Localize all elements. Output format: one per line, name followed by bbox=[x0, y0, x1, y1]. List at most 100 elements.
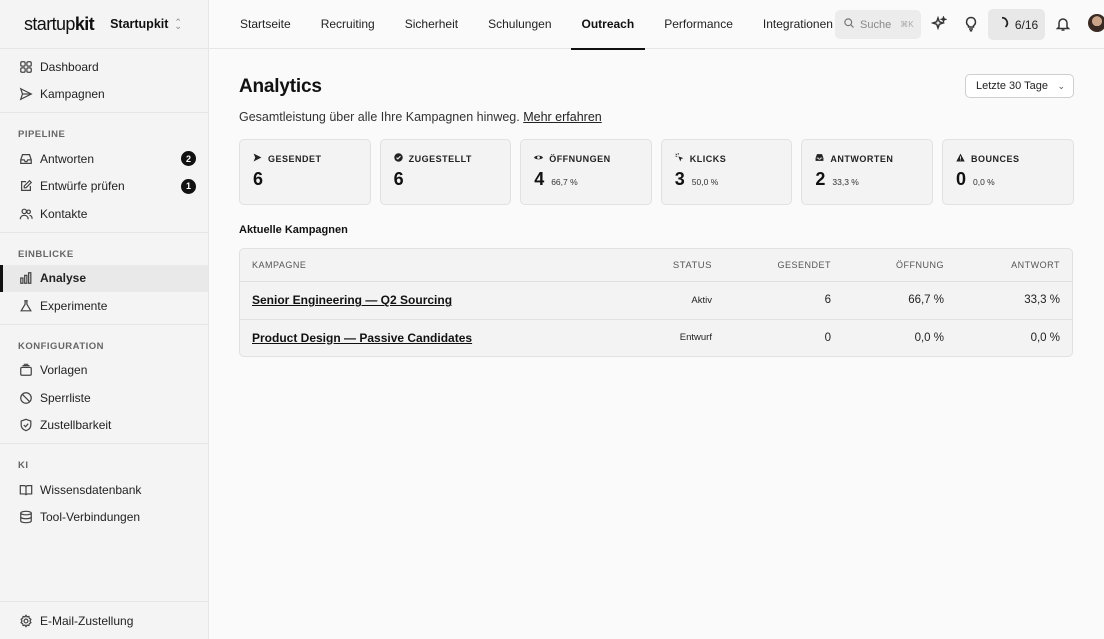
column-header[interactable]: ÖFFNUNG bbox=[831, 260, 944, 270]
campaigns-table: KAMPAGNE STATUS GESENDET ÖFFNUNG ANTWORT… bbox=[239, 248, 1073, 357]
date-range-select[interactable]: Letzte 30 Tage ⌄ bbox=[965, 74, 1074, 98]
table-header: KAMPAGNE STATUS GESENDET ÖFFNUNG ANTWORT bbox=[240, 249, 1072, 281]
avatar[interactable] bbox=[1088, 14, 1104, 32]
stat-value: 6 bbox=[253, 169, 264, 189]
sidebar-item-analyse[interactable]: Analyse bbox=[0, 264, 208, 292]
sidebar: startupkit Startupkit ⌃ ⌄ Dashboard Kampa… bbox=[0, 0, 209, 639]
page-subtitle: Gesamtleistung über alle Ihre Kampagnen … bbox=[239, 110, 602, 124]
search-input[interactable]: Suche ⌘K bbox=[835, 10, 921, 39]
sidebar-item-sperrliste[interactable]: Sperrliste bbox=[0, 384, 208, 412]
column-header[interactable]: ANTWORT bbox=[944, 260, 1060, 270]
table-row[interactable]: Senior Engineering — Q2 Sourcing Aktiv 6… bbox=[240, 281, 1072, 319]
search-icon bbox=[843, 17, 855, 32]
database-icon bbox=[18, 510, 33, 525]
stat-card-gesendet: GESENDET 6 bbox=[239, 139, 371, 205]
sidebar-item-vorlagen[interactable]: Vorlagen bbox=[0, 357, 208, 385]
stat-value: 4 bbox=[534, 169, 545, 189]
tab-performance[interactable]: Performance bbox=[653, 0, 744, 49]
sidebar-item-dashboard[interactable]: Dashboard bbox=[0, 53, 208, 81]
send-icon bbox=[18, 87, 33, 102]
tab-outreach[interactable]: Outreach bbox=[570, 0, 646, 50]
sidebar-item-label: Kampagnen bbox=[40, 87, 105, 102]
sidebar-item-label: Zustellbarkeit bbox=[40, 418, 112, 433]
stat-value: 2 bbox=[815, 169, 826, 189]
sparkle-icon[interactable] bbox=[929, 14, 949, 34]
sidebar-item-kontakte[interactable]: Kontakte bbox=[0, 200, 208, 228]
sidebar-item-experimente[interactable]: Experimente bbox=[0, 292, 208, 320]
tab-schulungen[interactable]: Schulungen bbox=[477, 0, 562, 49]
flask-icon bbox=[18, 298, 33, 313]
stat-card-antworten: ANTWORTEN 2 33,3 % bbox=[801, 139, 933, 205]
status-cell: Aktiv bbox=[691, 294, 712, 306]
search-shortcut: ⌘K bbox=[900, 20, 914, 29]
nav-group-pipeline: PIPELINE Antworten 2 Entwürfe prüfen 1 K… bbox=[0, 113, 208, 233]
gear-icon bbox=[18, 613, 33, 628]
sidebar-item-label: Dashboard bbox=[40, 59, 99, 74]
stat-value: 3 bbox=[674, 169, 685, 189]
sidebar-item-zustellbarkeit[interactable]: Zustellbarkeit bbox=[0, 412, 208, 440]
lightbulb-icon[interactable] bbox=[961, 14, 981, 34]
learn-more-link[interactable]: Mehr erfahren bbox=[523, 110, 602, 124]
workspace-switcher[interactable]: Startupkit ⌃ ⌄ bbox=[110, 17, 182, 31]
stat-percent: 50,0 % bbox=[691, 177, 719, 187]
tab-recruiting[interactable]: Recruiting bbox=[310, 0, 386, 49]
stat-value: 6 bbox=[393, 169, 404, 189]
onboarding-progress[interactable]: 6/16 bbox=[988, 9, 1045, 40]
campaign-link[interactable]: Product Design — Passive Candidates bbox=[252, 331, 472, 345]
layers-icon bbox=[18, 363, 33, 378]
sidebar-footer: E-Mail-Zustellung bbox=[0, 601, 208, 639]
chevron-updown-icon: ⌃ ⌄ bbox=[174, 16, 182, 31]
chevron-down-icon: ⌄ bbox=[1057, 80, 1065, 91]
count-badge: 2 bbox=[181, 151, 196, 167]
sidebar-item-wissensdatenbank[interactable]: Wissensdatenbank bbox=[0, 476, 208, 504]
click-icon bbox=[675, 153, 684, 164]
nav-group-top: Dashboard Kampagnen bbox=[0, 49, 208, 113]
sidebar-item-label: Vorlagen bbox=[40, 363, 88, 378]
inbox-icon bbox=[815, 153, 824, 164]
sidebar-item-antworten[interactable]: Antworten 2 bbox=[0, 145, 208, 173]
ban-icon bbox=[18, 390, 33, 405]
tab-sicherheit[interactable]: Sicherheit bbox=[394, 0, 469, 49]
sent-cell: 6 bbox=[824, 294, 831, 307]
search-placeholder: Suche bbox=[860, 18, 892, 31]
bell-icon[interactable] bbox=[1053, 14, 1073, 34]
subtitle-text: Gesamtleistung über alle Ihre Kampagnen … bbox=[239, 110, 520, 124]
sidebar-item-tool-verbindungen[interactable]: Tool-Verbindungen bbox=[0, 504, 208, 532]
warning-icon bbox=[956, 153, 965, 164]
grid-icon bbox=[18, 59, 33, 74]
date-range-value: Letzte 30 Tage bbox=[976, 80, 1048, 92]
stat-label: GESENDET bbox=[268, 153, 322, 164]
eye-icon bbox=[534, 153, 544, 164]
group-label: KONFIGURATION bbox=[18, 340, 105, 352]
sidebar-item-label: Antworten bbox=[40, 151, 95, 166]
main-content: Analytics Letzte 30 Tage ⌄ Gesamtleistun… bbox=[209, 49, 1104, 639]
book-icon bbox=[18, 482, 33, 497]
sidebar-item-entwuerfe[interactable]: Entwürfe prüfen 1 bbox=[0, 173, 208, 201]
sidebar-item-label: Sperrliste bbox=[40, 390, 91, 405]
top-navigation: Startseite Recruiting Sicherheit Schulun… bbox=[209, 0, 1104, 50]
sidebar-item-email-zustellung[interactable]: E-Mail-Zustellung bbox=[0, 607, 208, 635]
sidebar-item-kampagnen[interactable]: Kampagnen bbox=[0, 81, 208, 109]
nav-group-ki: KI Wissensdatenbank Tool-Verbindungen bbox=[0, 444, 208, 535]
inbox-icon bbox=[18, 151, 33, 166]
open-rate-cell: 66,7 % bbox=[908, 294, 944, 307]
tab-integrationen[interactable]: Integrationen bbox=[752, 0, 844, 49]
stat-label: BOUNCES bbox=[970, 153, 1020, 164]
bar-chart-icon bbox=[18, 271, 33, 286]
nav-group-konfiguration: KONFIGURATION Vorlagen Sperrliste Zustel… bbox=[0, 325, 208, 444]
status-cell: Entwurf bbox=[679, 332, 712, 344]
table-row[interactable]: Product Design — Passive Candidates Entw… bbox=[240, 318, 1072, 357]
logo[interactable]: startupkit bbox=[24, 14, 95, 35]
sidebar-item-label: E-Mail-Zustellung bbox=[40, 613, 134, 628]
group-label: EINBLICKE bbox=[18, 248, 74, 260]
sent-cell: 0 bbox=[824, 331, 831, 344]
column-header[interactable]: STATUS bbox=[645, 260, 712, 271]
stats-row: GESENDET 6 ZUGESTELLT 6 ÖFFNUNGEN 4 66,7 … bbox=[239, 139, 1074, 205]
column-header[interactable]: KAMPAGNE bbox=[240, 260, 645, 270]
stat-card-klicks: KLICKS 3 50,0 % bbox=[660, 139, 793, 205]
stat-card-oeffnungen: ÖFFNUNGEN 4 66,7 % bbox=[520, 139, 652, 205]
tab-startseite[interactable]: Startseite bbox=[229, 0, 302, 49]
column-header[interactable]: GESENDET bbox=[712, 260, 831, 270]
campaign-link[interactable]: Senior Engineering — Q2 Sourcing bbox=[252, 293, 452, 307]
stat-card-zugestellt: ZUGESTELLT 6 bbox=[379, 139, 512, 205]
